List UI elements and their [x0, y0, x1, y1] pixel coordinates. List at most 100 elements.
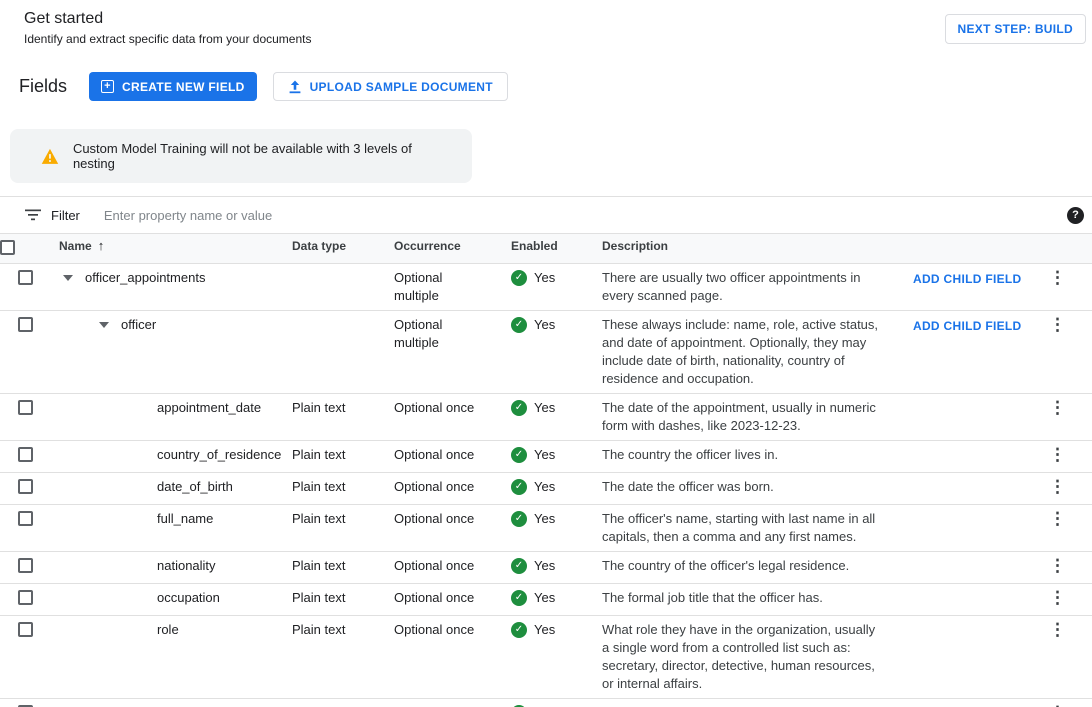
field-description: The date the officer was born. — [602, 473, 913, 504]
field-name-cell: full_name — [59, 505, 292, 551]
table-body: officer_appointments Optional multiple ✓… — [0, 264, 1092, 707]
table-row: status Plain text Optional once ✓ Yes Th… — [0, 699, 1092, 707]
help-icon[interactable]: ? — [1067, 207, 1084, 224]
field-enabled-cell: ✓ Yes — [511, 473, 602, 504]
enabled-check-icon: ✓ — [511, 590, 527, 606]
field-enabled: Yes — [534, 621, 555, 639]
create-new-field-button[interactable]: + CREATE NEW FIELD — [89, 72, 257, 101]
upload-sample-document-label: UPLOAD SAMPLE DOCUMENT — [310, 80, 493, 94]
collapse-row-icon[interactable] — [63, 275, 73, 281]
field-enabled-cell: ✓ Yes — [511, 394, 602, 440]
row-checkbox-cell — [0, 473, 59, 504]
row-checkbox-cell — [0, 616, 59, 698]
row-checkbox-cell — [0, 441, 59, 472]
field-description: The country of the officer's legal resid… — [602, 552, 913, 583]
table-row: appointment_date Plain text Optional onc… — [0, 394, 1092, 441]
field-data-type: Plain text — [292, 505, 394, 551]
select-all-checkbox[interactable] — [0, 240, 15, 255]
row-menu-icon[interactable]: ⋮ — [1045, 556, 1070, 575]
field-enabled-cell: ✓ Yes — [511, 552, 602, 583]
row-checkbox[interactable] — [18, 590, 33, 605]
row-menu-icon[interactable]: ⋮ — [1045, 620, 1070, 639]
field-name-cell: date_of_birth — [59, 473, 292, 504]
row-actions-cell — [913, 552, 1045, 583]
table-row: full_name Plain text Optional once ✓ Yes… — [0, 505, 1092, 552]
field-data-type: Plain text — [292, 552, 394, 583]
table-header-row: Name↑ Data type Occurrence Enabled Descr… — [0, 234, 1092, 264]
enabled-check-icon: ✓ — [511, 317, 527, 333]
row-menu-icon[interactable]: ⋮ — [1045, 509, 1070, 528]
field-description: What role they have in the organization,… — [602, 616, 913, 698]
enabled-check-icon: ✓ — [511, 511, 527, 527]
row-menu-icon[interactable]: ⋮ — [1045, 268, 1070, 287]
row-checkbox-cell — [0, 311, 59, 393]
field-occurrence-cell: Optional once — [394, 616, 511, 698]
row-checkbox-cell — [0, 394, 59, 440]
upload-sample-document-button[interactable]: UPLOAD SAMPLE DOCUMENT — [273, 72, 508, 101]
row-checkbox[interactable] — [18, 447, 33, 462]
field-enabled: Yes — [534, 269, 555, 287]
field-name-cell: country_of_residence — [59, 441, 292, 472]
field-enabled-cell: ✓ Yes — [511, 311, 602, 393]
column-header-data-type: Data type — [292, 234, 394, 263]
field-occurrence: Optional once — [394, 589, 474, 607]
field-description: The officer's name, starting with last n… — [602, 505, 913, 551]
row-menu-icon[interactable]: ⋮ — [1045, 315, 1070, 334]
field-name: appointment_date — [157, 399, 261, 417]
field-name: officer_appointments — [85, 269, 205, 287]
field-name-cell: appointment_date — [59, 394, 292, 440]
field-occurrence: Optional once — [394, 399, 474, 417]
table-row: officer Optional multiple ✓ Yes These al… — [0, 311, 1092, 394]
field-data-type: Plain text — [292, 699, 394, 707]
row-checkbox[interactable] — [18, 622, 33, 637]
field-enabled: Yes — [534, 510, 555, 528]
field-data-type: Plain text — [292, 394, 394, 440]
get-started-page: Get started Identify and extract specifi… — [0, 0, 1092, 707]
field-name: nationality — [157, 557, 216, 575]
column-header-name-label: Name — [59, 239, 92, 253]
field-description: Their status is next to their role, and … — [602, 699, 913, 707]
row-checkbox[interactable] — [18, 400, 33, 415]
fields-table: Name↑ Data type Occurrence Enabled Descr… — [0, 234, 1092, 707]
row-menu-cell: ⋮ — [1045, 584, 1092, 615]
row-checkbox-cell — [0, 584, 59, 615]
filter-input[interactable] — [104, 208, 1067, 223]
field-occurrence-cell: Optional once — [394, 441, 511, 472]
row-actions-cell — [913, 441, 1045, 472]
field-enabled-cell: ✓ Yes — [511, 505, 602, 551]
field-description: The country the officer lives in. — [602, 441, 913, 472]
row-checkbox-cell — [0, 505, 59, 551]
add-child-field-button[interactable]: ADD CHILD FIELD — [913, 317, 1022, 335]
row-menu-icon[interactable]: ⋮ — [1045, 445, 1070, 464]
field-description: The formal job title that the officer ha… — [602, 584, 913, 615]
column-header-menu-spacer — [1045, 234, 1092, 263]
field-name: role — [157, 621, 179, 639]
column-header-name[interactable]: Name↑ — [59, 234, 292, 263]
add-child-field-button[interactable]: ADD CHILD FIELD — [913, 270, 1022, 288]
next-step-build-button[interactable]: NEXT STEP: BUILD — [945, 14, 1086, 44]
row-checkbox[interactable] — [18, 317, 33, 332]
warning-text: Custom Model Training will not be availa… — [73, 141, 456, 171]
collapse-row-icon[interactable] — [99, 322, 109, 328]
field-occurrence-cell: Optional once — [394, 394, 511, 440]
enabled-check-icon: ✓ — [511, 270, 527, 286]
row-menu-icon[interactable]: ⋮ — [1045, 588, 1070, 607]
field-data-type — [292, 311, 394, 393]
row-menu-icon[interactable]: ⋮ — [1045, 703, 1070, 707]
field-description: The date of the appointment, usually in … — [602, 394, 913, 440]
field-enabled: Yes — [534, 478, 555, 496]
row-menu-cell: ⋮ — [1045, 264, 1092, 310]
row-menu-cell: ⋮ — [1045, 616, 1092, 698]
field-occurrence: Optional once — [394, 621, 474, 639]
row-menu-icon[interactable]: ⋮ — [1045, 398, 1070, 417]
row-checkbox[interactable] — [18, 270, 33, 285]
field-enabled-cell: ✓ Yes — [511, 584, 602, 615]
add-box-icon: + — [101, 80, 114, 93]
row-checkbox[interactable] — [18, 479, 33, 494]
row-actions-cell — [913, 616, 1045, 698]
row-checkbox[interactable] — [18, 511, 33, 526]
row-checkbox[interactable] — [18, 558, 33, 573]
enabled-check-icon: ✓ — [511, 479, 527, 495]
filter-label: Filter — [51, 208, 80, 223]
row-menu-icon[interactable]: ⋮ — [1045, 477, 1070, 496]
